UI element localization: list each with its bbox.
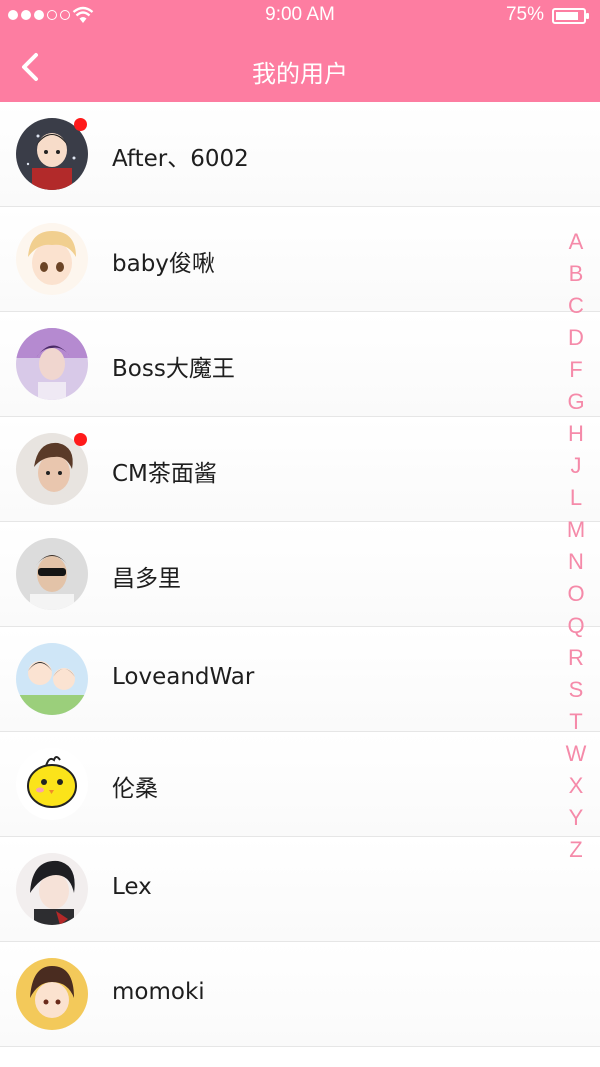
index-letter[interactable]: M	[562, 514, 590, 546]
list-item[interactable]: 昌多里	[0, 522, 600, 627]
index-letter[interactable]: C	[562, 290, 590, 322]
avatar	[16, 853, 88, 925]
avatar	[16, 958, 88, 1030]
index-letter[interactable]: F	[562, 354, 590, 386]
index-letter[interactable]: H	[562, 418, 590, 450]
index-letter[interactable]: Z	[562, 834, 590, 866]
page-title: 我的用户	[252, 60, 348, 88]
index-letter[interactable]: W	[562, 738, 590, 770]
user-name: Lex	[112, 874, 152, 900]
index-letter[interactable]: T	[562, 706, 590, 738]
battery-icon	[552, 8, 589, 24]
index-letter[interactable]: A	[562, 226, 590, 258]
list-item[interactable]: momoki	[0, 942, 600, 1047]
user-name: CM茶面酱	[112, 461, 217, 487]
index-letter[interactable]: N	[562, 546, 590, 578]
list-item[interactable]: CM茶面酱	[0, 417, 600, 522]
alphabet-index[interactable]: A B C D F G H J L M N O Q R S T W X Y Z	[562, 226, 590, 866]
avatar	[16, 223, 88, 295]
index-letter[interactable]: G	[562, 386, 590, 418]
list-item[interactable]: 伦桑	[0, 732, 600, 837]
user-name: LoveandWar	[112, 664, 255, 690]
battery-percent: 75%	[505, 4, 544, 25]
index-letter[interactable]: D	[562, 322, 590, 354]
user-name: 昌多里	[112, 566, 181, 592]
user-name: After、6002	[112, 146, 249, 172]
header-bar: 9:00 AM 75% 我的用户	[0, 0, 600, 102]
unread-badge	[74, 118, 87, 131]
list-item[interactable]: baby俊啾	[0, 207, 600, 312]
user-name: baby俊啾	[112, 251, 215, 277]
avatar	[16, 748, 88, 820]
user-name: 伦桑	[112, 776, 158, 802]
index-letter[interactable]: J	[562, 450, 590, 482]
list-item[interactable]: LoveandWar	[0, 627, 600, 732]
avatar	[16, 538, 88, 610]
index-letter[interactable]: S	[562, 674, 590, 706]
nav-bar: 我的用户	[0, 36, 600, 102]
index-letter[interactable]: X	[562, 770, 590, 802]
unread-badge	[74, 433, 87, 446]
list-item[interactable]: Boss大魔王	[0, 312, 600, 417]
index-letter[interactable]: O	[562, 578, 590, 610]
index-letter[interactable]: R	[562, 642, 590, 674]
user-name: momoki	[112, 979, 205, 1005]
avatar	[16, 643, 88, 715]
status-bar: 9:00 AM 75%	[0, 0, 600, 32]
index-letter[interactable]: Q	[562, 610, 590, 642]
user-list: After、6002 baby俊啾 Boss大魔王 CM茶面酱 昌多里 Love…	[0, 102, 600, 1047]
index-letter[interactable]: L	[562, 482, 590, 514]
list-item[interactable]: Lex	[0, 837, 600, 942]
index-letter[interactable]: B	[562, 258, 590, 290]
list-item[interactable]: After、6002	[0, 102, 600, 207]
user-name: Boss大魔王	[112, 356, 235, 382]
avatar	[16, 328, 88, 400]
index-letter[interactable]: Y	[562, 802, 590, 834]
